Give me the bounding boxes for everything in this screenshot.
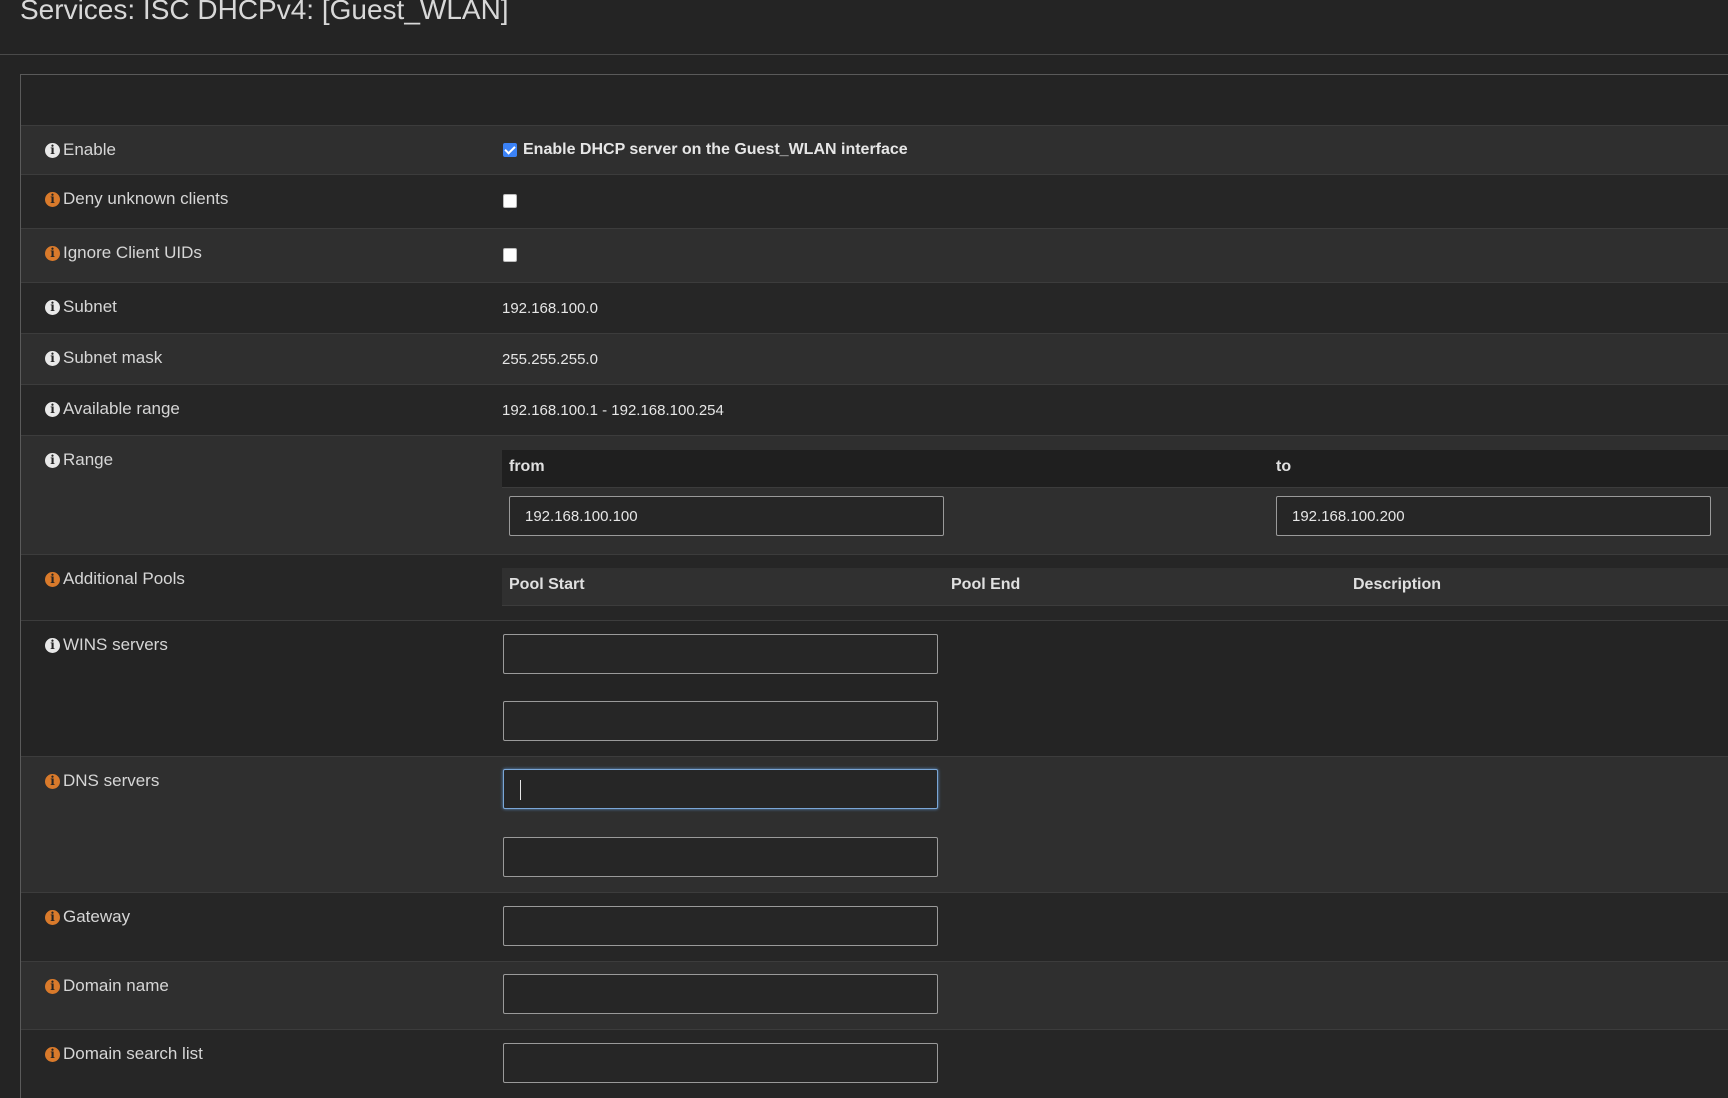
wins-server-1-input[interactable] [503, 634, 938, 674]
range-to-header: to [1276, 458, 1292, 475]
additional-pools-label: i Additional Pools [45, 569, 185, 589]
info-icon[interactable]: i [45, 350, 60, 366]
row-dns-servers: i DNS servers [21, 757, 1728, 893]
enable-checkbox-label[interactable]: Enable DHCP server on the Guest_WLAN int… [523, 141, 908, 159]
dns-server-1-input[interactable] [503, 769, 938, 809]
row-additional-pools: i Additional Pools Pool Start Pool End D… [21, 555, 1728, 621]
page-header: Services: ISC DHCPv4: [Guest_WLAN] [0, 0, 1728, 55]
dns-servers-label: i DNS servers [45, 771, 159, 791]
info-icon[interactable]: i [45, 571, 60, 587]
deny-unknown-clients-label: i Deny unknown clients [45, 189, 228, 209]
row-enable: i Enable Enable DHCP server on the Guest… [21, 126, 1728, 175]
info-icon[interactable]: i [45, 191, 60, 207]
range-label: i Range [45, 450, 113, 470]
range-from-input[interactable] [509, 496, 944, 536]
text-cursor [520, 780, 521, 800]
row-wins-servers: i WINS servers [21, 621, 1728, 757]
available-range-value: 192.168.100.1 - 192.168.100.254 [502, 402, 724, 419]
description-header: Description [1353, 576, 1442, 593]
pool-end-header: Pool End [951, 576, 1021, 593]
page-title: Services: ISC DHCPv4: [Guest_WLAN] [20, 0, 509, 25]
row-deny-unknown-clients: i Deny unknown clients [21, 175, 1728, 229]
gateway-input[interactable] [503, 906, 938, 946]
info-icon[interactable]: i [45, 299, 60, 315]
domain-search-list-label: i Domain search list [45, 1044, 203, 1064]
row-subnet-mask: i Subnet mask 255.255.255.0 [21, 334, 1728, 385]
dhcp-settings-panel: i Enable Enable DHCP server on the Guest… [20, 74, 1728, 1098]
row-domain-search-list: i Domain search list [21, 1030, 1728, 1098]
enable-label: i Enable [45, 140, 116, 160]
domain-name-label: i Domain name [45, 976, 169, 996]
available-range-label: i Available range [45, 399, 180, 419]
info-icon[interactable]: i [45, 401, 60, 417]
info-icon[interactable]: i [45, 773, 60, 789]
info-icon[interactable]: i [45, 909, 60, 925]
info-icon[interactable]: i [45, 978, 60, 994]
gateway-label: i Gateway [45, 907, 130, 927]
ignore-client-uids-checkbox[interactable] [503, 248, 517, 262]
subnet-label: i Subnet [45, 297, 117, 317]
subnet-mask-value: 255.255.255.0 [502, 351, 598, 368]
row-domain-name: i Domain name [21, 962, 1728, 1030]
pool-start-header: Pool Start [509, 576, 585, 593]
range-to-input[interactable] [1276, 496, 1711, 536]
ignore-client-uids-label: i Ignore Client UIDs [45, 243, 202, 263]
range-table-header: from to [502, 450, 1728, 488]
panel-header [21, 75, 1728, 126]
info-icon[interactable]: i [45, 637, 60, 653]
subnet-mask-label: i Subnet mask [45, 348, 162, 368]
wins-servers-label: i WINS servers [45, 635, 168, 655]
info-icon[interactable]: i [45, 452, 60, 468]
additional-pools-table-header: Pool Start Pool End Description [502, 568, 1728, 606]
subnet-value: 192.168.100.0 [502, 300, 598, 317]
enable-checkbox[interactable] [503, 143, 517, 157]
deny-unknown-clients-checkbox[interactable] [503, 194, 517, 208]
wins-server-2-input[interactable] [503, 701, 938, 741]
row-subnet: i Subnet 192.168.100.0 [21, 283, 1728, 334]
info-icon[interactable]: i [45, 142, 60, 158]
domain-search-list-input[interactable] [503, 1043, 938, 1083]
domain-name-input[interactable] [503, 974, 938, 1014]
info-icon[interactable]: i [45, 1046, 60, 1062]
range-from-header: from [509, 458, 545, 475]
row-range: i Range from to [21, 436, 1728, 555]
row-ignore-client-uids: i Ignore Client UIDs [21, 229, 1728, 283]
dns-server-2-input[interactable] [503, 837, 938, 877]
row-gateway: i Gateway [21, 893, 1728, 962]
info-icon[interactable]: i [45, 245, 60, 261]
row-available-range: i Available range 192.168.100.1 - 192.16… [21, 385, 1728, 436]
